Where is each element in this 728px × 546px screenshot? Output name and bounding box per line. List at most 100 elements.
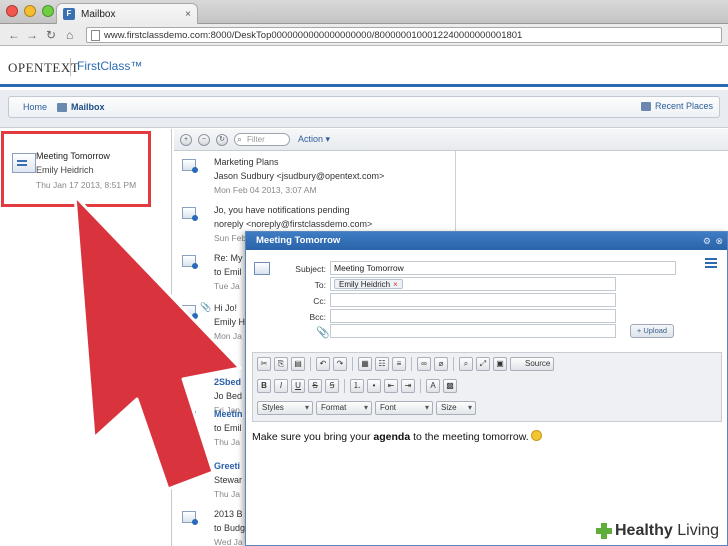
undo-icon[interactable]: ↶ bbox=[316, 357, 330, 371]
breadcrumb: Home Mailbox Recent Places bbox=[8, 96, 720, 118]
strikethrough-button[interactable]: S bbox=[308, 379, 322, 393]
toolbar-separator bbox=[310, 357, 311, 371]
close-compose-icon[interactable]: ⊗ bbox=[715, 232, 723, 250]
recent-places-icon bbox=[640, 101, 651, 111]
recent-places-button[interactable]: Recent Places bbox=[640, 101, 713, 111]
paste-icon[interactable]: ▤ bbox=[291, 357, 305, 371]
breadcrumb-mailbox-label: Mailbox bbox=[71, 102, 105, 112]
new-message-icon[interactable]: + bbox=[180, 133, 192, 146]
bcc-field[interactable] bbox=[330, 309, 616, 323]
subject-label: Subject: bbox=[295, 264, 326, 274]
compose-title-bar[interactable]: Meeting Tomorrow bbox=[246, 232, 727, 250]
message-sender: Stewar bbox=[214, 475, 243, 485]
italic-button[interactable]: I bbox=[274, 379, 288, 393]
bcc-label: Bcc: bbox=[309, 312, 326, 322]
address-bar: ← → ↻ ⌂ www.firstclassdemo.com:8000/Desk… bbox=[0, 24, 728, 46]
background-color-icon[interactable]: ▩ bbox=[443, 379, 457, 393]
url-input[interactable]: www.firstclassdemo.com:8000/DeskTop00000… bbox=[86, 27, 722, 43]
list-toolbar: + − ↻ Filter Action ▾ bbox=[174, 129, 728, 151]
subject-input[interactable]: Meeting Tomorrow bbox=[330, 261, 676, 275]
delete-icon[interactable]: − bbox=[198, 133, 210, 146]
message-subject: Greeti bbox=[214, 461, 241, 471]
horizontal-rule-icon[interactable]: ≡ bbox=[392, 357, 406, 371]
size-dropdown[interactable]: Size bbox=[436, 401, 476, 415]
draft-recipient: Emily Heidrich bbox=[36, 165, 94, 175]
remove-format-icon[interactable]: Ꞩ bbox=[325, 379, 339, 393]
body-text-end: to the meeting tomorrow. bbox=[410, 431, 529, 443]
find-icon[interactable]: ⌕ bbox=[459, 357, 473, 371]
message-date: Mon Ja bbox=[214, 331, 242, 341]
remove-recipient-icon[interactable]: × bbox=[393, 280, 398, 289]
back-arrow-icon[interactable]: ← bbox=[8, 28, 20, 42]
link-icon[interactable]: ∞ bbox=[417, 357, 431, 371]
envelope-icon bbox=[12, 153, 36, 173]
message-body-editor[interactable]: Make sure you bring your agenda to the m… bbox=[252, 430, 542, 443]
toolbar-separator bbox=[411, 357, 412, 371]
menu-icon[interactable] bbox=[705, 258, 717, 268]
body-text-start: Make sure you bring your bbox=[252, 431, 374, 443]
minimize-window-icon[interactable] bbox=[24, 5, 36, 17]
healthy-living-logo-icon bbox=[596, 523, 612, 539]
font-dropdown[interactable]: Font bbox=[375, 401, 433, 415]
tab-close-icon[interactable]: × bbox=[185, 9, 191, 20]
filter-input[interactable]: Filter bbox=[234, 133, 290, 146]
watermark-brand-bold: Healthy bbox=[615, 522, 673, 539]
toolbar-separator bbox=[453, 357, 454, 371]
message-icon bbox=[182, 207, 198, 221]
smiley-emoji-icon bbox=[530, 430, 542, 441]
zoom-window-icon[interactable] bbox=[42, 5, 54, 17]
message-subject: Hi Jo! bbox=[214, 303, 238, 313]
draft-subject: Meeting Tomorrow bbox=[36, 151, 110, 161]
tab-title: Mailbox bbox=[81, 8, 116, 20]
settings-icon[interactable]: ⚙ bbox=[703, 232, 711, 250]
bold-button[interactable]: B bbox=[257, 379, 271, 393]
table-icon[interactable]: ☷ bbox=[375, 357, 389, 371]
breadcrumb-home[interactable]: Home bbox=[23, 102, 47, 112]
recipient-chip[interactable]: Emily Heidrich × bbox=[334, 279, 403, 289]
upload-button[interactable]: + Upload bbox=[630, 324, 674, 338]
breadcrumb-mailbox[interactable]: Mailbox bbox=[57, 102, 105, 112]
forward-arrow-icon[interactable]: → bbox=[26, 28, 38, 42]
format-dropdown[interactable]: Format bbox=[316, 401, 372, 415]
compose-title: Meeting Tomorrow bbox=[256, 235, 341, 246]
attach-paperclip-icon[interactable]: 📎 bbox=[316, 326, 330, 339]
browser-tab[interactable]: F Mailbox × bbox=[56, 3, 198, 24]
message-sender: to Emil bbox=[214, 423, 242, 433]
app-header: OPENTEXT FirstClass™ bbox=[0, 47, 728, 87]
to-field[interactable]: Emily Heidrich × bbox=[330, 277, 616, 291]
source-label: Source bbox=[525, 359, 551, 368]
copy-icon[interactable]: ⎘ bbox=[274, 357, 288, 371]
attachment-field[interactable] bbox=[330, 324, 616, 338]
message-subject: Meetin bbox=[214, 409, 243, 419]
outdent-icon[interactable]: ⇤ bbox=[384, 379, 398, 393]
message-sender: Jo Bed bbox=[214, 391, 243, 401]
maximize-icon[interactable]: ⤢ bbox=[476, 357, 490, 371]
message-subject: Re: My bbox=[214, 253, 243, 263]
bulleted-list-icon[interactable]: • bbox=[367, 379, 381, 393]
list-item[interactable]: Marketing Plans Jason Sudbury <jsudbury@… bbox=[174, 153, 455, 199]
recent-places-label: Recent Places bbox=[654, 101, 713, 111]
cc-field[interactable] bbox=[330, 293, 616, 307]
editor-toolbar: ✂ ⎘ ▤ ↶ ↷ ▦ ☷ ≡ ∞ ⌀ ⌕ ⤢ ▣ Source B I U S… bbox=[252, 352, 722, 422]
image-icon[interactable]: ▦ bbox=[358, 357, 372, 371]
redo-icon[interactable]: ↷ bbox=[333, 357, 347, 371]
home-icon[interactable]: ⌂ bbox=[66, 28, 73, 42]
message-icon bbox=[182, 159, 198, 173]
text-color-icon[interactable]: A bbox=[426, 379, 440, 393]
browser-tab-bar: F Mailbox × bbox=[0, 0, 728, 24]
select-all-icon[interactable]: ▣ bbox=[493, 357, 507, 371]
numbered-list-icon[interactable]: ⒈ bbox=[350, 379, 364, 393]
styles-dropdown[interactable]: Styles bbox=[257, 401, 313, 415]
close-window-icon[interactable] bbox=[6, 5, 18, 17]
unlink-icon[interactable]: ⌀ bbox=[434, 357, 448, 371]
toolbar-separator bbox=[352, 357, 353, 371]
reload-icon[interactable]: ↻ bbox=[46, 28, 56, 42]
underline-button[interactable]: U bbox=[291, 379, 305, 393]
source-button[interactable]: Source bbox=[510, 357, 554, 371]
indent-icon[interactable]: ⇥ bbox=[401, 379, 415, 393]
refresh-icon[interactable]: ↻ bbox=[216, 133, 228, 146]
message-icon bbox=[182, 255, 198, 269]
message-sender: noreply <noreply@firstclassdemo.com> bbox=[214, 219, 373, 229]
cut-icon[interactable]: ✂ bbox=[257, 357, 271, 371]
action-menu[interactable]: Action ▾ bbox=[298, 134, 330, 145]
